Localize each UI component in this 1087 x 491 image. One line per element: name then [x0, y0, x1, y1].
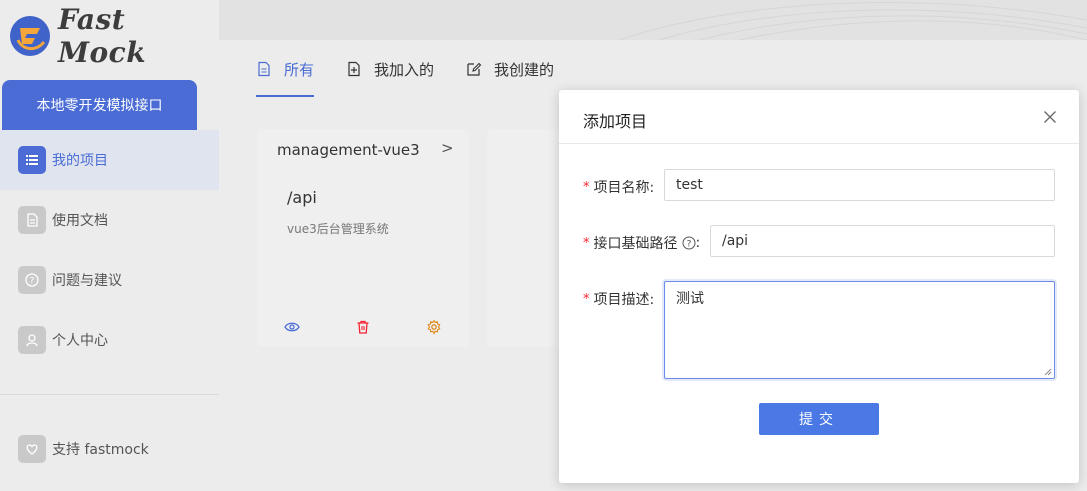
project-tabs: 所有 我加入的 我创建的	[256, 50, 586, 98]
sidebar-item-profile[interactable]: 个人中心	[0, 310, 219, 370]
tagline-banner: 本地零开发模拟接口	[2, 80, 197, 130]
required-mark: *	[583, 235, 590, 251]
tab-joined[interactable]: 我加入的	[346, 50, 434, 88]
sidebar-item-feedback[interactable]: ? 问题与建议	[0, 250, 219, 310]
question-circle-icon[interactable]: ?	[682, 236, 696, 250]
add-project-modal: 添加项目 * 项目名称: test * 接口基础路径 ? : /api * 项目…	[559, 90, 1079, 483]
file-add-icon	[348, 61, 360, 77]
gear-icon[interactable]	[426, 319, 442, 335]
description-textarea[interactable]: 测试	[664, 281, 1055, 379]
base-path-input[interactable]: /api	[710, 225, 1055, 257]
required-mark: *	[583, 179, 590, 195]
base-path-label: * 接口基础路径 ? :	[583, 233, 700, 253]
tab-label: 我加入的	[374, 60, 435, 79]
logo[interactable]: Fast Mock	[6, 3, 219, 69]
logo-text: Fast Mock	[58, 3, 147, 69]
description-label: * 项目描述:	[583, 289, 654, 309]
submit-button[interactable]: 提交	[759, 403, 879, 435]
sidebar-item-label: 支持 fastmock	[52, 442, 149, 458]
header-band	[219, 0, 1087, 40]
eye-icon[interactable]	[284, 319, 300, 335]
project-description: vue3后台管理系统	[287, 222, 389, 236]
project-base-path: /api	[287, 188, 317, 207]
sidebar: Fast Mock 本地零开发模拟接口 我的项目 使用文档 ? 问题与建议 个人…	[0, 0, 219, 491]
list-icon	[18, 146, 46, 174]
sidebar-divider	[0, 394, 219, 395]
project-name-label: * 项目名称:	[583, 177, 654, 197]
sidebar-item-label: 使用文档	[52, 213, 108, 229]
field-label-colon: :	[695, 235, 701, 251]
modal-title: 添加项目	[583, 112, 648, 131]
sidebar-item-label: 我的项目	[52, 153, 108, 169]
document-icon	[18, 206, 46, 234]
logo-mark-icon	[6, 12, 54, 60]
modal-header: 添加项目	[559, 90, 1079, 144]
sidebar-item-docs[interactable]: 使用文档	[0, 190, 219, 250]
tab-label: 所有	[284, 60, 315, 79]
project-name-input[interactable]: test	[664, 169, 1055, 201]
chevron-right-icon[interactable]: >	[441, 139, 454, 157]
user-icon	[18, 326, 46, 354]
field-label: 项目描述:	[593, 292, 655, 308]
heart-icon	[18, 435, 46, 463]
svg-text:?: ?	[686, 240, 691, 250]
sidebar-item-my-projects[interactable]: 我的项目	[0, 130, 219, 190]
edit-icon	[467, 62, 482, 76]
sidebar-item-label: 个人中心	[52, 333, 108, 349]
required-mark: *	[583, 291, 590, 307]
field-label: 项目名称:	[593, 180, 655, 196]
file-icon	[258, 61, 270, 77]
field-label: 接口基础路径	[593, 236, 678, 252]
sidebar-item-label: 问题与建议	[52, 273, 122, 289]
description-value: 测试	[676, 291, 704, 307]
svg-text:?: ?	[30, 277, 35, 287]
question-icon: ?	[18, 266, 46, 294]
trash-icon[interactable]	[355, 319, 371, 335]
project-name: management-vue3	[277, 141, 420, 159]
tab-label: 我创建的	[494, 60, 555, 79]
tab-all[interactable]: 所有	[256, 50, 315, 97]
tab-created[interactable]: 我创建的	[466, 50, 554, 88]
project-card[interactable]: management-vue3 > /api vue3后台管理系统	[257, 129, 469, 347]
resize-grip-icon[interactable]	[1044, 368, 1052, 376]
sidebar-item-support[interactable]: 支持 fastmock	[0, 419, 219, 479]
close-icon[interactable]	[1043, 109, 1057, 123]
